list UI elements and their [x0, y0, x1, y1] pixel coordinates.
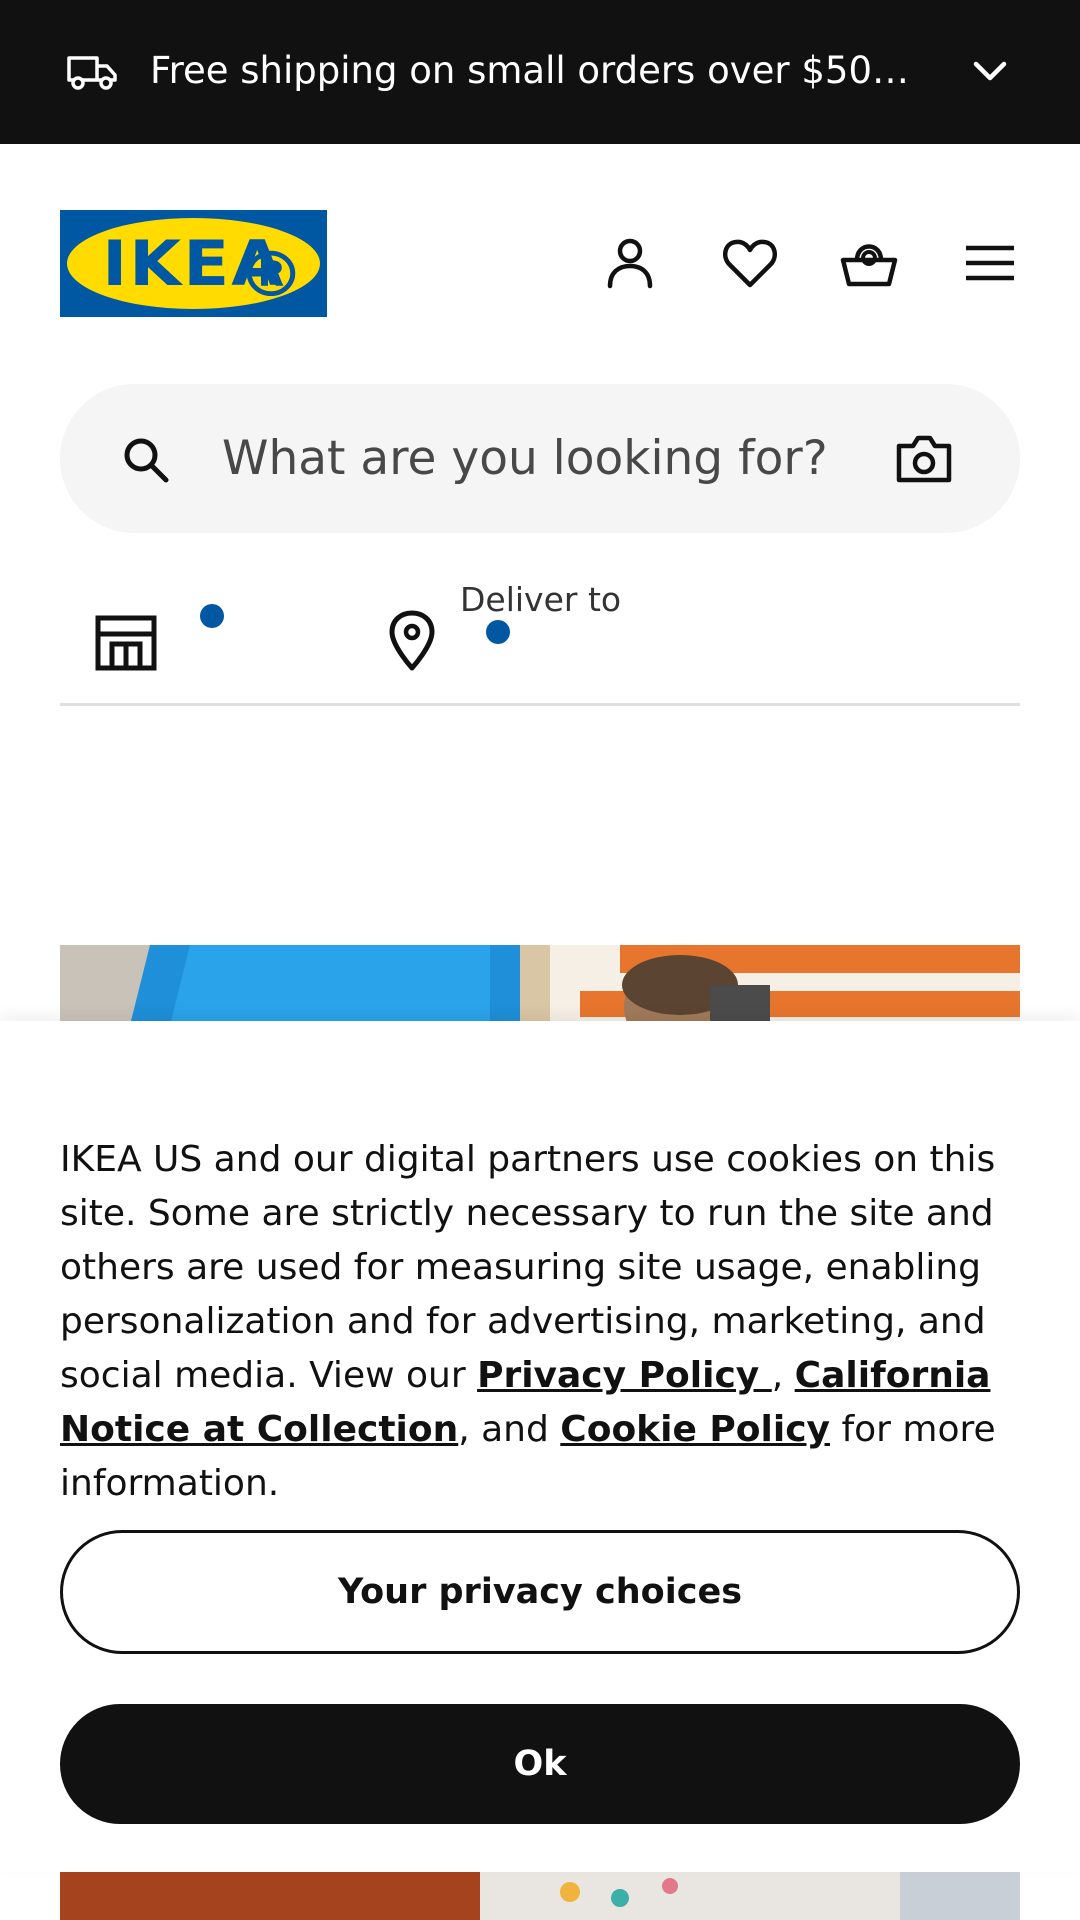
cookie-message: IKEA US and our digital partners use coo… — [60, 1133, 1020, 1511]
store-status-dot — [200, 604, 224, 628]
chevron-down-icon[interactable] — [970, 56, 1010, 86]
hero-image-bottom — [60, 1872, 1020, 1920]
ok-button[interactable]: Ok — [60, 1704, 1020, 1824]
store-icon — [95, 615, 157, 671]
promo-banner[interactable]: Free shipping on small orders over $50 f… — [0, 0, 1080, 144]
logo-registered-mark: ® — [237, 238, 307, 311]
promo-text: Free shipping on small orders over $50 f… — [150, 49, 910, 92]
camera-icon[interactable] — [895, 432, 953, 486]
search-icon[interactable] — [118, 432, 174, 488]
location-pin-icon — [389, 610, 435, 671]
divider — [60, 703, 1020, 706]
truck-icon — [67, 56, 117, 90]
hamburger-menu-icon[interactable] — [961, 234, 1019, 292]
delivery-status-dot — [486, 620, 510, 644]
ikea-logo[interactable]: IKEA ® — [60, 210, 327, 317]
heart-icon[interactable] — [721, 234, 779, 292]
ikea-page: Free shipping on small orders over $50 f… — [0, 0, 1080, 1920]
store-selector[interactable] — [60, 580, 320, 700]
location-row: Deliver to — [60, 580, 1020, 706]
logo-oval: IKEA ® — [67, 218, 320, 311]
cookie-policy-link[interactable]: Cookie Policy — [560, 1409, 830, 1450]
separator-and: , and — [458, 1409, 561, 1450]
deliver-to-label: Deliver to — [460, 580, 622, 619]
search-input[interactable] — [222, 418, 902, 498]
account-icon[interactable] — [601, 234, 659, 292]
privacy-policy-link[interactable]: Privacy Policy — [477, 1355, 772, 1396]
cookie-consent-dialog: IKEA US and our digital partners use coo… — [0, 1021, 1080, 1872]
delivery-selector[interactable]: Deliver to — [360, 580, 760, 700]
privacy-choices-button[interactable]: Your privacy choices — [60, 1530, 1020, 1654]
separator-comma: , — [771, 1355, 795, 1396]
search-bar[interactable] — [60, 384, 1020, 533]
basket-icon[interactable] — [840, 234, 898, 292]
